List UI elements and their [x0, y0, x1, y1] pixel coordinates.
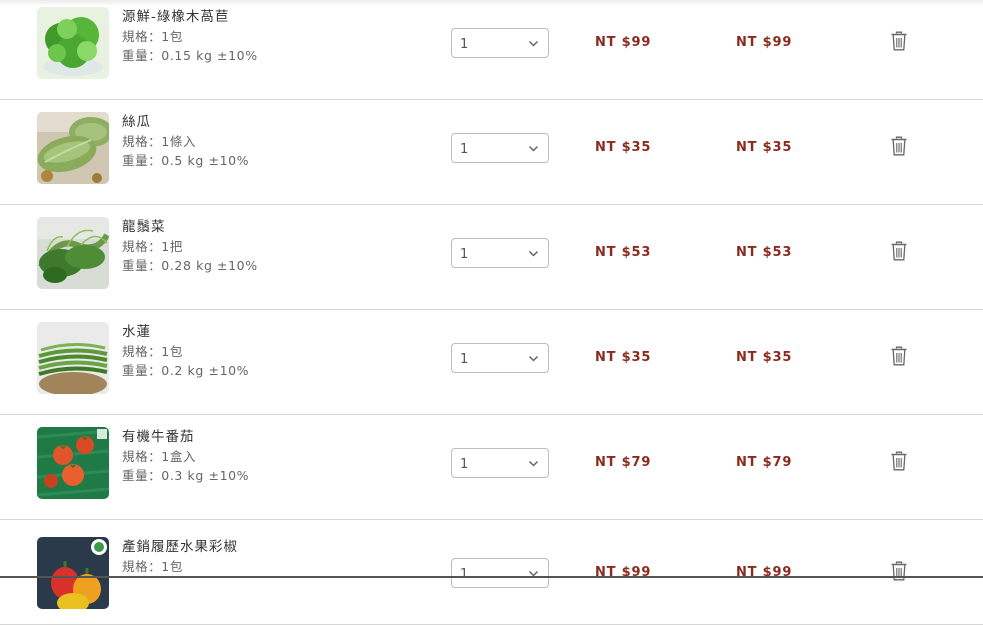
cart-item-row: 絲瓜 規格：1條入 重量：0.5 kg ±10% 1 NT $35 NT $35: [0, 100, 983, 205]
trash-icon[interactable]: [890, 241, 908, 261]
trash-icon[interactable]: [890, 561, 908, 581]
quantity-value: 1: [460, 247, 469, 262]
quantity-select[interactable]: 1: [451, 558, 549, 588]
product-info: 有機牛番茄 規格：1盒入 重量：0.3 kg ±10%: [122, 428, 249, 485]
product-name[interactable]: 源鮮-綠橡木萵苣: [122, 8, 258, 27]
top-shadow: [0, 0, 983, 6]
product-info: 水蓮 規格：1包 重量：0.2 kg ±10%: [122, 323, 249, 380]
product-spec: 規格：1把: [122, 239, 183, 254]
product-spec: 規格：1包: [122, 344, 183, 359]
product-info: 絲瓜 規格：1條入 重量：0.5 kg ±10%: [122, 113, 249, 170]
product-image-lettuce[interactable]: [37, 7, 109, 79]
chevron-down-icon: [528, 145, 539, 152]
unit-price: NT $53: [595, 245, 652, 260]
product-name[interactable]: 產銷履歷水果彩椒: [122, 538, 238, 557]
product-weight: 重量：0.3 kg ±10%: [122, 468, 250, 483]
unit-price: NT $99: [595, 35, 652, 50]
trash-icon[interactable]: [890, 451, 908, 471]
product-spec: 規格：1條入: [122, 134, 197, 149]
quantity-select[interactable]: 1: [451, 448, 549, 478]
subtotal-price: NT $79: [736, 455, 793, 470]
product-image-tomatoes[interactable]: [37, 427, 109, 499]
trash-icon[interactable]: [890, 346, 908, 366]
cart-item-row: 有機牛番茄 規格：1盒入 重量：0.3 kg ±10% 1 NT $79 NT …: [0, 415, 983, 520]
product-weight: 重量：0.15 kg ±10%: [122, 48, 258, 63]
product-info: 源鮮-綠橡木萵苣 規格：1包 重量：0.15 kg ±10%: [122, 8, 258, 65]
cart-item-row: 產銷履歷水果彩椒 規格：1包 1 NT $99 NT $99: [0, 520, 983, 625]
product-weight: 重量：0.5 kg ±10%: [122, 153, 250, 168]
unit-price: NT $35: [595, 350, 652, 365]
product-name[interactable]: 龍鬚菜: [122, 218, 258, 237]
subtotal-price: NT $99: [736, 35, 793, 50]
chevron-down-icon: [528, 250, 539, 257]
quantity-select[interactable]: 1: [451, 343, 549, 373]
product-spec: 規格：1包: [122, 29, 183, 44]
quantity-value: 1: [460, 142, 469, 157]
cart-item-row: 水蓮 規格：1包 重量：0.2 kg ±10% 1 NT $35 NT $35: [0, 310, 983, 415]
product-name[interactable]: 絲瓜: [122, 113, 249, 132]
quantity-select[interactable]: 1: [451, 133, 549, 163]
trash-icon[interactable]: [890, 31, 908, 51]
quantity-value: 1: [460, 457, 469, 472]
trash-icon[interactable]: [890, 136, 908, 156]
subtotal-price: NT $53: [736, 245, 793, 260]
chevron-down-icon: [528, 460, 539, 467]
product-info: 龍鬚菜 規格：1把 重量：0.28 kg ±10%: [122, 218, 258, 275]
quantity-value: 1: [460, 352, 469, 367]
product-name[interactable]: 有機牛番茄: [122, 428, 249, 447]
product-spec: 規格：1包: [122, 559, 183, 574]
quantity-select[interactable]: 1: [451, 238, 549, 268]
product-spec: 規格：1盒入: [122, 449, 197, 464]
chevron-down-icon: [528, 40, 539, 47]
product-weight: 重量：0.28 kg ±10%: [122, 258, 258, 273]
quantity-select[interactable]: 1: [451, 28, 549, 58]
chevron-down-icon: [528, 355, 539, 362]
subtotal-price: NT $35: [736, 350, 793, 365]
product-image-loofah[interactable]: [37, 112, 109, 184]
product-image-bell-peppers[interactable]: [37, 537, 109, 609]
subtotal-price: NT $35: [736, 140, 793, 155]
product-image-chayote-shoots[interactable]: [37, 217, 109, 289]
product-image-water-lotus[interactable]: [37, 322, 109, 394]
product-name[interactable]: 水蓮: [122, 323, 249, 342]
product-info: 產銷履歷水果彩椒 規格：1包: [122, 538, 238, 576]
quantity-value: 1: [460, 37, 469, 52]
quantity-value: 1: [460, 567, 469, 582]
unit-price: NT $79: [595, 455, 652, 470]
cart-item-row: 龍鬚菜 規格：1把 重量：0.28 kg ±10% 1 NT $53 NT $5…: [0, 205, 983, 310]
cart-item-row: 源鮮-綠橡木萵苣 規格：1包 重量：0.15 kg ±10% 1 NT $99 …: [0, 0, 983, 100]
unit-price: NT $35: [595, 140, 652, 155]
product-weight: 重量：0.2 kg ±10%: [122, 363, 250, 378]
